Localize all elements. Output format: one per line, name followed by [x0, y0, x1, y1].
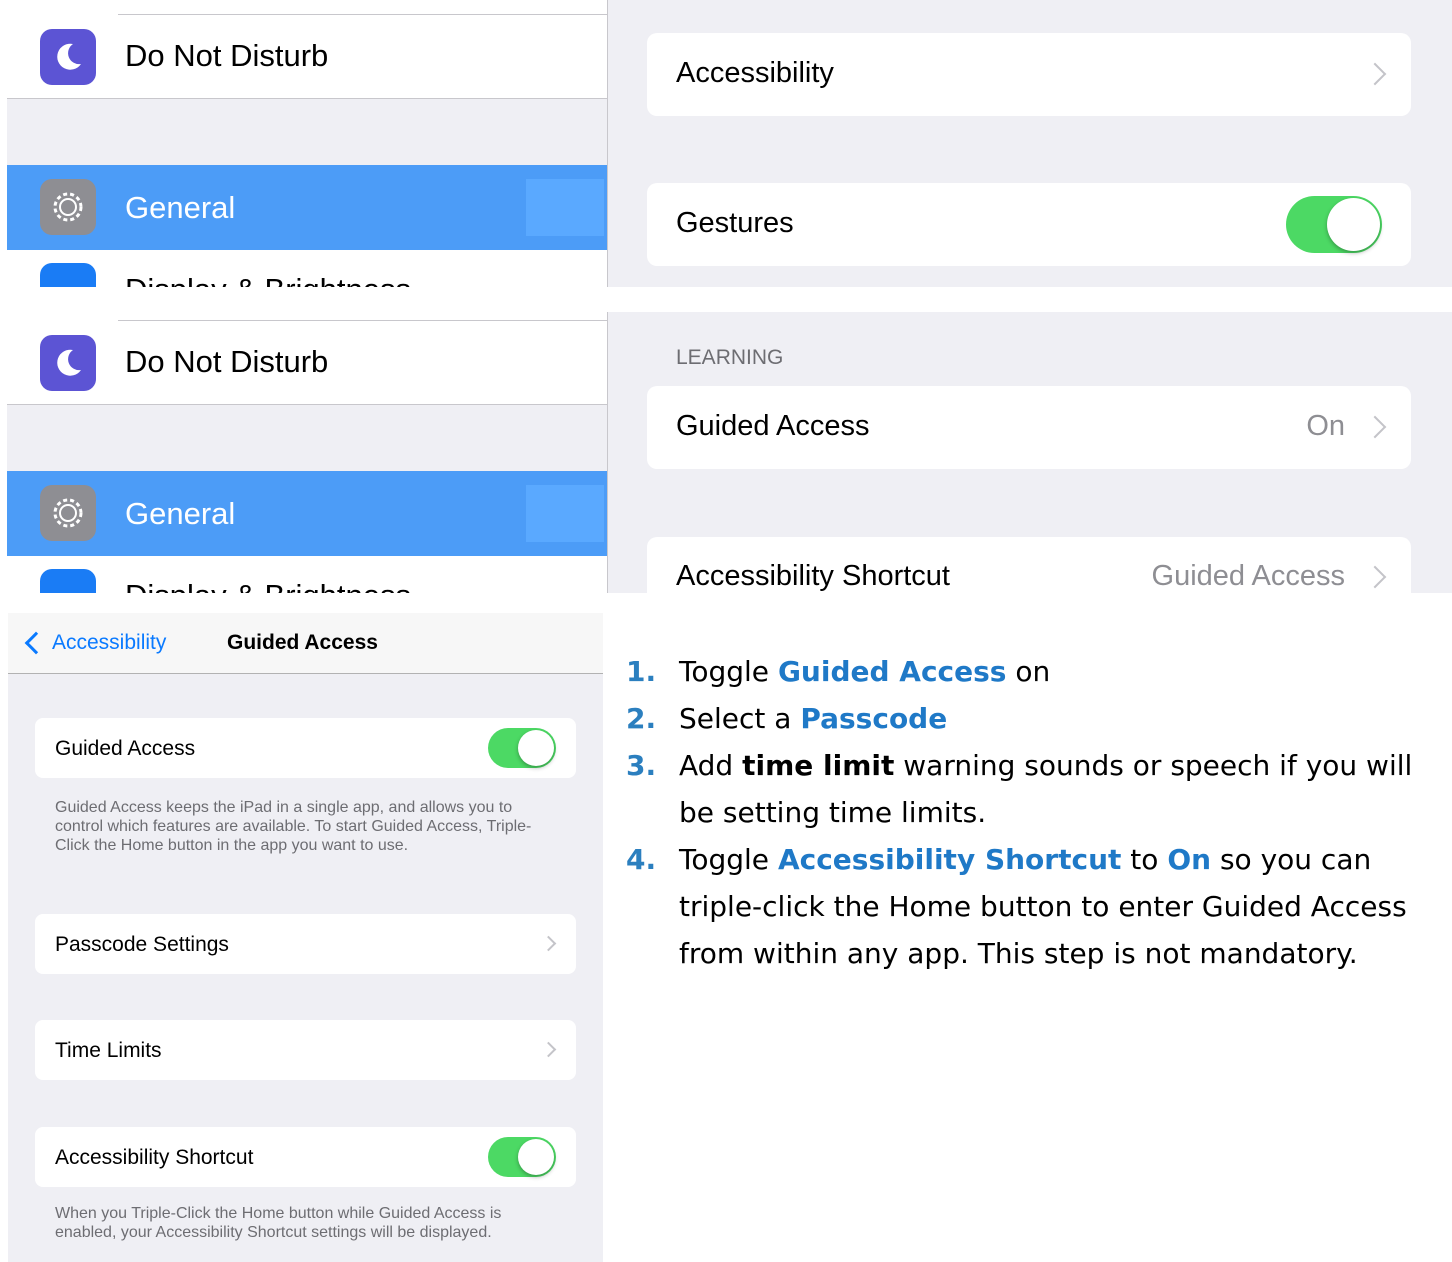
guided-access-toggle[interactable] [488, 728, 556, 768]
sidebar-item-label: Do Not Disturb [125, 38, 329, 73]
moon-icon [40, 335, 96, 391]
guided-access-screen: Accessibility Guided Access Guided Acces… [8, 613, 603, 1262]
back-button[interactable]: Accessibility [22, 627, 166, 659]
row-label: Gestures [676, 207, 794, 239]
guided-access-row[interactable]: Guided Access On [647, 386, 1411, 469]
step-number: 4. [626, 843, 657, 876]
time-limits-row[interactable]: Time Limits [35, 1020, 576, 1080]
chevron-right-icon [540, 1041, 557, 1058]
step-highlight: Accessibility Shortcut [777, 843, 1122, 876]
nav-title: Guided Access [227, 631, 378, 654]
step-highlight: Guided Access [777, 655, 1007, 688]
row-label: Guided Access [55, 737, 196, 760]
row-label: Guided Access [676, 410, 870, 442]
accessibility-shortcut-toggle-row[interactable]: Accessibility Shortcut [35, 1127, 576, 1187]
toggle-knob [1327, 198, 1380, 251]
accessibility-shortcut-footnote: When you Triple-Click the Home button wh… [55, 1205, 502, 1241]
sidebar-item-label: General [125, 190, 236, 225]
moon-icon [40, 29, 96, 85]
display-icon [40, 263, 96, 287]
step-text: Add [679, 749, 734, 782]
step-text: Select a [679, 702, 792, 735]
accessibility-row[interactable]: Accessibility [647, 33, 1411, 116]
sidebar-item-label: Display & Brightness [125, 272, 411, 287]
row-label: Accessibility [676, 57, 834, 89]
back-label: Accessibility [52, 631, 167, 654]
accessibility-shortcut-row[interactable]: Accessibility Shortcut Guided Access [647, 537, 1411, 593]
row-label: Passcode Settings [55, 933, 229, 956]
step-highlight: Passcode [800, 702, 948, 735]
row-value: On [1306, 410, 1345, 442]
row-label: Time Limits [55, 1039, 162, 1062]
toggle-knob [518, 730, 554, 766]
step-number: 1. [626, 655, 657, 688]
navigation-bar: Accessibility Guided Access [8, 613, 603, 674]
row-value: Guided Access [1151, 560, 1345, 592]
gear-icon [40, 485, 96, 541]
gestures-row[interactable]: Gestures [647, 183, 1411, 266]
step-3: 3. Add time limit warning sounds or spee… [626, 742, 1426, 836]
toggle-knob [518, 1139, 554, 1175]
instruction-steps: 1. Toggle Guided Access on 2. Select a P… [626, 648, 1426, 977]
sidebar-item-label: Do Not Disturb [125, 344, 329, 379]
sidebar-item-display[interactable]: Display & Brightness [7, 250, 607, 287]
step-4: 4. Toggle Accessibility Shortcut to On s… [626, 836, 1426, 977]
sidebar-item-do-not-disturb[interactable]: Do Not Disturb [7, 306, 607, 405]
row-label: Accessibility Shortcut [676, 560, 950, 592]
learning-section-header: LEARNING [676, 346, 784, 369]
step-text: on [1015, 655, 1051, 688]
sidebar-panel-1: Do Not Disturb General Display & Brightn… [7, 0, 607, 287]
passcode-settings-row[interactable]: Passcode Settings [35, 914, 576, 974]
sidebar-item-label: Display & Brightness [125, 578, 411, 593]
step-2: 2. Select a Passcode [626, 695, 1426, 742]
step-1: 1. Toggle Guided Access on [626, 648, 1426, 695]
row-label: Accessibility Shortcut [55, 1146, 254, 1169]
step-text: Toggle [679, 843, 770, 876]
chevron-right-icon [1363, 62, 1387, 86]
step-highlight: On [1167, 843, 1212, 876]
step-number: 2. [626, 702, 657, 735]
gear-icon [40, 179, 96, 235]
selection-highlight [526, 179, 604, 236]
chevron-right-icon [1363, 565, 1387, 589]
guided-access-footnote: Guided Access keeps the iPad in a single… [55, 799, 532, 854]
sidebar-panel-2: Do Not Disturb General Display & Brightn… [7, 306, 607, 593]
sidebar-item-general[interactable]: General [7, 471, 607, 556]
sidebar-item-do-not-disturb[interactable]: Do Not Disturb [7, 0, 607, 99]
display-icon [40, 569, 96, 593]
guided-access-toggle-row[interactable]: Guided Access [35, 718, 576, 778]
gestures-toggle[interactable] [1286, 196, 1382, 253]
sidebar-item-display[interactable]: Display & Brightness [7, 556, 607, 593]
step-text: Toggle [679, 655, 770, 688]
chevron-left-icon [24, 631, 48, 655]
accessibility-shortcut-toggle[interactable] [488, 1137, 556, 1177]
step-number: 3. [626, 749, 657, 782]
chevron-right-icon [540, 935, 557, 952]
sidebar-item-label: General [125, 496, 236, 531]
step-bold: time limit [742, 749, 895, 782]
sidebar-item-general[interactable]: General [7, 165, 607, 250]
selection-highlight [526, 485, 604, 542]
chevron-right-icon [1363, 415, 1387, 439]
step-text: to [1130, 843, 1159, 876]
